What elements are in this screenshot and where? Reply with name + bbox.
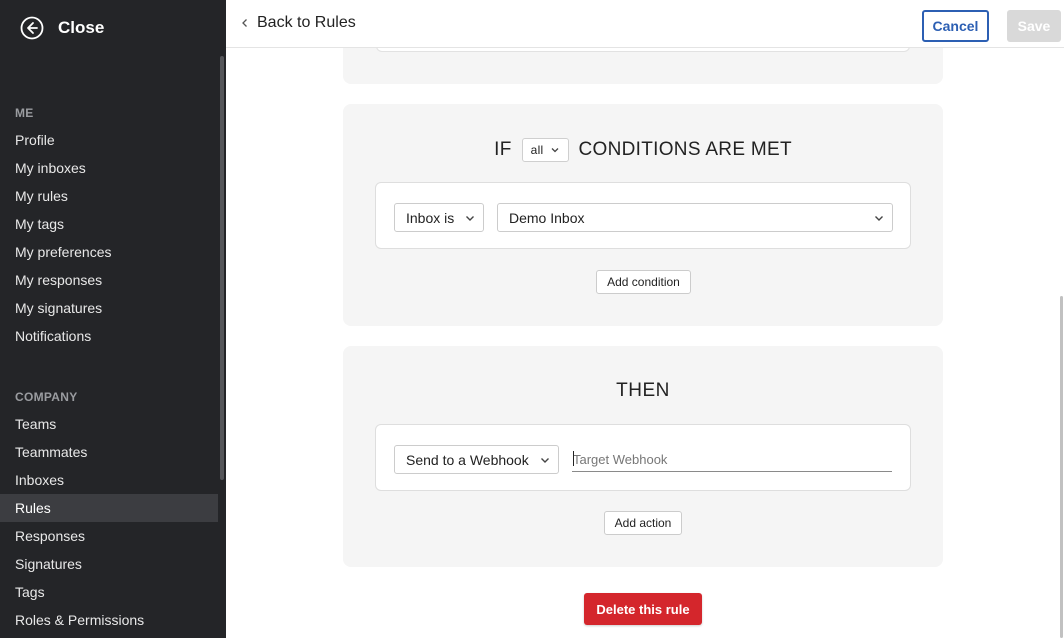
sidebar-item-teammates[interactable]: Teammates — [0, 438, 218, 466]
rule-editor: IF all CONDITIONS ARE MET Inbox is Demo … — [226, 0, 1064, 638]
back-arrow-circle-icon — [20, 16, 44, 40]
close-button[interactable]: Close — [20, 16, 104, 40]
chevron-left-icon — [242, 19, 247, 27]
chevron-down-icon — [875, 216, 883, 221]
action-row: Send to a Webhook — [375, 424, 911, 491]
sidebar-item-my-preferences[interactable]: My preferences — [0, 238, 218, 266]
target-webhook-input[interactable] — [572, 447, 892, 472]
sidebar-item-tags[interactable]: Tags — [0, 578, 218, 606]
actions-heading: THEN — [616, 380, 670, 401]
add-condition-button[interactable]: Add condition — [596, 270, 691, 294]
cancel-button[interactable]: Cancel — [922, 10, 989, 42]
back-to-rules-link[interactable]: Back to Rules — [240, 14, 356, 32]
conditions-panel: IF all CONDITIONS ARE MET Inbox is Demo … — [343, 104, 943, 326]
condition-operator-select[interactable]: Inbox is — [394, 203, 484, 232]
condition-match-select[interactable]: all — [521, 138, 569, 162]
back-label: Back to Rules — [257, 14, 356, 31]
delete-rule-button[interactable]: Delete this rule — [584, 593, 702, 625]
sidebar-item-my-tags[interactable]: My tags — [0, 210, 218, 238]
sidebar-item-my-signatures[interactable]: My signatures — [0, 294, 218, 322]
sidebar-scrollbar[interactable] — [220, 56, 224, 480]
sidebar-item-my-inboxes[interactable]: My inboxes — [0, 154, 218, 182]
sidebar-item-rules[interactable]: Rules — [0, 494, 218, 522]
chevron-down-icon — [466, 216, 474, 221]
close-label: Close — [58, 18, 105, 37]
save-button[interactable]: Save — [1007, 10, 1061, 42]
condition-value-text: Demo Inbox — [509, 209, 585, 226]
action-type-select[interactable]: Send to a Webhook — [394, 445, 559, 474]
chevron-down-icon — [541, 458, 549, 463]
condition-match-value: all — [530, 143, 544, 157]
me-nav-list: Profile My inboxes My rules My tags My p… — [0, 126, 218, 350]
sidebar-item-notifications[interactable]: Notifications — [0, 322, 218, 350]
sidebar-item-signatures[interactable]: Signatures — [0, 550, 218, 578]
main-scrollbar[interactable] — [1060, 296, 1063, 638]
conditions-heading: IF all CONDITIONS ARE MET — [343, 138, 943, 162]
condition-row: Inbox is Demo Inbox — [375, 182, 911, 249]
sidebar-item-responses[interactable]: Responses — [0, 522, 218, 550]
conditions-suffix: CONDITIONS ARE MET — [578, 139, 792, 160]
sidebar-item-roles-permissions[interactable]: Roles & Permissions — [0, 606, 218, 634]
top-bar: Back to Rules Cancel Save — [226, 0, 1064, 48]
add-action-button[interactable]: Add action — [604, 511, 682, 535]
action-type-value: Send to a Webhook — [406, 451, 529, 468]
actions-panel: THEN Send to a Webhook Add action — [343, 346, 943, 567]
section-heading-company: COMPANY — [15, 390, 78, 404]
sidebar-item-teams[interactable]: Teams — [0, 410, 218, 438]
company-nav-list: Teams Teammates Inboxes Rules Responses … — [0, 410, 218, 634]
chevron-down-icon — [551, 148, 558, 153]
text-caret — [573, 451, 574, 466]
section-heading-me: ME — [15, 106, 34, 120]
sidebar-item-profile[interactable]: Profile — [0, 126, 218, 154]
conditions-prefix: IF — [494, 139, 512, 160]
condition-value-select[interactable]: Demo Inbox — [497, 203, 893, 232]
condition-operator-value: Inbox is — [406, 209, 455, 226]
settings-sidebar: Close ME Profile My inboxes My rules My … — [0, 0, 226, 638]
sidebar-item-my-rules[interactable]: My rules — [0, 182, 218, 210]
sidebar-item-my-responses[interactable]: My responses — [0, 266, 218, 294]
sidebar-item-inboxes[interactable]: Inboxes — [0, 466, 218, 494]
